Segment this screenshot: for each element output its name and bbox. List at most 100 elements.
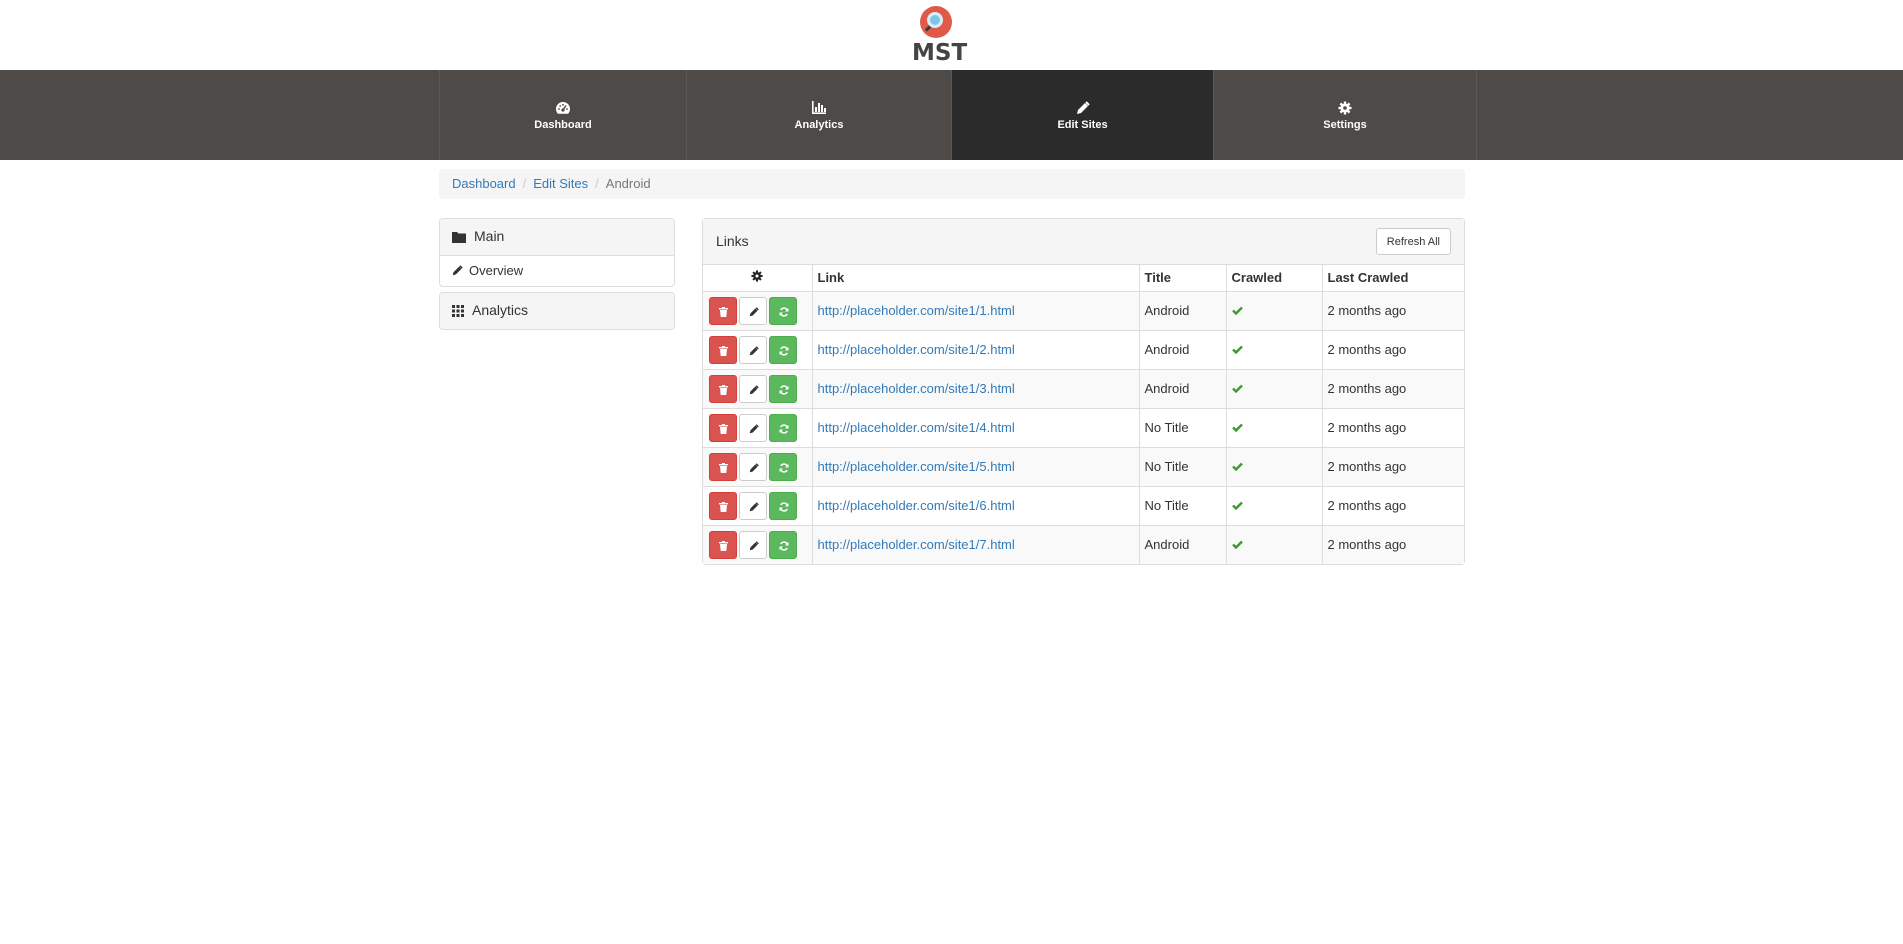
- breadcrumb-current: Android: [605, 176, 651, 191]
- link-cell: http://placeholder.com/site1/1.html: [812, 290, 1140, 330]
- refresh-button[interactable]: [769, 452, 797, 481]
- pencil-icon: [452, 265, 463, 276]
- refresh-button[interactable]: [769, 413, 797, 442]
- sidebar-analytics-heading[interactable]: Analytics: [440, 293, 674, 329]
- table-row: http://placeholder.com/site1/7.html Andro…: [703, 524, 1464, 564]
- delete-button[interactable]: [709, 530, 737, 559]
- edit-button[interactable]: [739, 452, 767, 481]
- crawled-cell: [1226, 368, 1323, 408]
- link-url[interactable]: http://placeholder.com/site1/6.html: [818, 498, 1015, 513]
- nav-item-dashboard[interactable]: Dashboard: [439, 70, 686, 160]
- nav-item-edit-sites[interactable]: Edit Sites: [951, 70, 1213, 160]
- nav-label: Analytics: [794, 119, 844, 131]
- refresh-all-button[interactable]: Refresh All: [1375, 228, 1451, 255]
- title-cell: Android: [1139, 329, 1227, 369]
- table-row: http://placeholder.com/site1/4.html No Ti…: [703, 407, 1464, 447]
- nav-item-analytics[interactable]: Analytics: [686, 70, 951, 160]
- link-url[interactable]: http://placeholder.com/site1/4.html: [818, 420, 1015, 435]
- breadcrumb-edit-sites[interactable]: Edit Sites: [533, 176, 588, 191]
- edit-button[interactable]: [739, 491, 767, 520]
- delete-button[interactable]: [709, 374, 737, 403]
- delete-button[interactable]: [709, 296, 737, 325]
- last-crawled-cell: 2 months ago: [1322, 329, 1464, 369]
- links-table: Link Title Crawled Last Crawled http://p…: [703, 265, 1464, 564]
- gear-icon: [1214, 101, 1476, 115]
- refresh-button[interactable]: [769, 530, 797, 559]
- link-url[interactable]: http://placeholder.com/site1/7.html: [818, 537, 1015, 552]
- nav-item-settings[interactable]: Settings: [1213, 70, 1477, 160]
- header: MST: [0, 0, 1903, 70]
- link-cell: http://placeholder.com/site1/6.html: [812, 485, 1140, 525]
- table-row: http://placeholder.com/site1/3.html Andro…: [703, 368, 1464, 408]
- nav-label: Edit Sites: [1057, 119, 1108, 131]
- title-cell: No Title: [1139, 407, 1227, 447]
- sidebar-main-heading[interactable]: Main: [440, 219, 674, 255]
- link-cell: http://placeholder.com/site1/7.html: [812, 524, 1140, 564]
- row-actions: [703, 407, 813, 447]
- row-actions: [703, 446, 813, 486]
- check-icon: [1231, 498, 1243, 513]
- edit-button[interactable]: [739, 335, 767, 364]
- last-crawled-cell: 2 months ago: [1322, 485, 1464, 525]
- link-cell: http://placeholder.com/site1/4.html: [812, 407, 1140, 447]
- actions-column-header: [703, 265, 813, 292]
- link-cell: http://placeholder.com/site1/5.html: [812, 446, 1140, 486]
- link-column-header[interactable]: Link: [812, 265, 1140, 292]
- links-panel-header: Links Refresh All: [703, 219, 1464, 265]
- table-header-row: Link Title Crawled Last Crawled: [703, 265, 1464, 292]
- delete-button[interactable]: [709, 335, 737, 364]
- edit-button[interactable]: [739, 413, 767, 442]
- folder-icon: [452, 232, 466, 243]
- mst-logo[interactable]: MST: [912, 6, 967, 66]
- refresh-button[interactable]: [769, 374, 797, 403]
- title-column-header[interactable]: Title: [1139, 265, 1227, 292]
- crawled-cell: [1226, 329, 1323, 369]
- sidebar-main-label: Main: [474, 228, 505, 244]
- check-icon: [1231, 342, 1243, 357]
- check-icon: [1231, 381, 1243, 396]
- sidebar-analytics-panel: Analytics: [439, 292, 675, 330]
- last-crawled-cell: 2 months ago: [1322, 290, 1464, 330]
- crawled-cell: [1226, 446, 1323, 486]
- delete-button[interactable]: [709, 452, 737, 481]
- link-cell: http://placeholder.com/site1/2.html: [812, 329, 1140, 369]
- link-url[interactable]: http://placeholder.com/site1/1.html: [818, 303, 1015, 318]
- refresh-button[interactable]: [769, 491, 797, 520]
- last-crawled-cell: 2 months ago: [1322, 446, 1464, 486]
- grid-icon: [452, 305, 464, 317]
- row-actions: [703, 524, 813, 564]
- title-cell: Android: [1139, 368, 1227, 408]
- edit-button[interactable]: [739, 296, 767, 325]
- table-row: http://placeholder.com/site1/6.html No Ti…: [703, 485, 1464, 525]
- title-cell: Android: [1139, 524, 1227, 564]
- sidebar-item-label: Overview: [469, 263, 524, 278]
- breadcrumb: Dashboard / Edit Sites / Android: [439, 169, 1465, 199]
- title-cell: No Title: [1139, 485, 1227, 525]
- edit-button[interactable]: [739, 530, 767, 559]
- crawled-cell: [1226, 407, 1323, 447]
- edit-button[interactable]: [739, 374, 767, 403]
- refresh-button[interactable]: [769, 296, 797, 325]
- refresh-button[interactable]: [769, 335, 797, 364]
- last-crawled-column-header[interactable]: Last Crawled: [1322, 265, 1464, 292]
- bar-chart-icon: [687, 101, 951, 115]
- crawled-cell: [1226, 524, 1323, 564]
- table-row: http://placeholder.com/site1/5.html No Ti…: [703, 446, 1464, 486]
- breadcrumb-dashboard[interactable]: Dashboard: [452, 176, 516, 191]
- link-cell: http://placeholder.com/site1/3.html: [812, 368, 1140, 408]
- links-panel: Links Refresh All Link Title Crawled Las…: [702, 218, 1465, 565]
- crawled-column-header[interactable]: Crawled: [1226, 265, 1323, 292]
- table-row: http://placeholder.com/site1/1.html Andro…: [703, 290, 1464, 330]
- table-row: http://placeholder.com/site1/2.html Andro…: [703, 329, 1464, 369]
- pencil-icon: [952, 101, 1213, 115]
- delete-button[interactable]: [709, 413, 737, 442]
- link-url[interactable]: http://placeholder.com/site1/3.html: [818, 381, 1015, 396]
- check-icon: [1231, 420, 1243, 435]
- sidebar-item-overview[interactable]: Overview: [440, 255, 674, 286]
- link-url[interactable]: http://placeholder.com/site1/5.html: [818, 459, 1015, 474]
- link-url[interactable]: http://placeholder.com/site1/2.html: [818, 342, 1015, 357]
- crawled-cell: [1226, 485, 1323, 525]
- links-table-body: http://placeholder.com/site1/1.html Andro…: [703, 290, 1464, 564]
- row-actions: [703, 329, 813, 369]
- delete-button[interactable]: [709, 491, 737, 520]
